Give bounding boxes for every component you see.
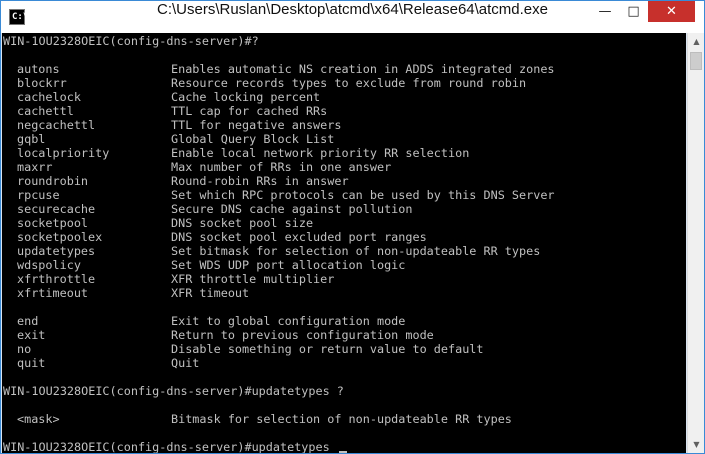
title-bar[interactable]: C:\ C:\Users\Ruslan\Desktop\atcmd\x64\Re…	[1, 1, 704, 33]
command-row: roundrobin	[17, 174, 88, 188]
console-output[interactable]: WIN-1OU2328OEIC(config-dns-server)#? aut…	[2, 33, 686, 453]
command-description: DNS socket pool size	[171, 216, 314, 230]
command-name: blockrr	[17, 76, 67, 90]
command-name: socketpool	[17, 216, 89, 230]
command-row: maxrr	[17, 160, 53, 174]
command-name: gqbl	[17, 132, 46, 146]
command-name: maxrr	[17, 160, 53, 174]
command-description: Return to previous configuration mode	[171, 328, 434, 342]
scroll-thumb[interactable]	[690, 52, 702, 70]
command-name: localpriority	[17, 146, 110, 160]
command-description: DNS socket pool excluded port ranges	[171, 230, 427, 244]
parameter-description: Bitmask for selection of non-updateable …	[171, 412, 512, 426]
command-description: Set which RPC protocols can be used by t…	[171, 188, 555, 202]
mode-command-row: exit	[17, 328, 45, 342]
command-row: socketpool	[17, 216, 88, 230]
prompt-updatetypes-help: WIN-1OU2328OEIC(config-dns-server)#updat…	[3, 384, 344, 398]
command-name: xfrthrottle	[17, 272, 96, 286]
parameter-row: <mask>	[17, 412, 60, 426]
command-name: no	[17, 342, 32, 356]
command-name: roundrobin	[17, 174, 89, 188]
command-row: cachelock	[17, 90, 81, 104]
command-row: xfrtimeout	[17, 286, 88, 300]
command-name: autons	[17, 62, 60, 76]
command-description: Quit	[171, 356, 200, 370]
command-description: Resource records types to exclude from r…	[171, 76, 527, 90]
current-command-text: WIN-1OU2328OEIC(config-dns-server)#updat…	[3, 440, 337, 453]
text-cursor	[338, 451, 347, 453]
command-name: cachelock	[17, 90, 81, 104]
command-row: xfrthrottle	[17, 272, 95, 286]
mode-command-row: no	[17, 342, 31, 356]
command-description: Cache locking percent	[171, 90, 321, 104]
command-row: autons	[17, 62, 60, 76]
command-name: securecache	[17, 202, 96, 216]
command-row: blockrr	[17, 76, 67, 90]
command-row: wdspolicy	[17, 258, 81, 272]
current-prompt[interactable]: WIN-1OU2328OEIC(config-dns-server)#updat…	[3, 440, 347, 453]
scroll-up-arrow-icon[interactable]: ▲	[688, 33, 704, 50]
command-name: updatetypes	[17, 244, 96, 258]
console-window: C:\ C:\Users\Ruslan\Desktop\atcmd\x64\Re…	[0, 0, 705, 454]
command-description: Set bitmask for selection of non-updatea…	[171, 244, 541, 258]
command-description: TTL cap for cached RRs	[171, 104, 328, 118]
command-description: XFR throttle multiplier	[171, 272, 335, 286]
parameter-name: <mask>	[17, 412, 60, 426]
command-name: socketpoolex	[17, 230, 103, 244]
command-description: Secure DNS cache against pollution	[171, 202, 413, 216]
vertical-scrollbar[interactable]: ▲ ▼	[687, 33, 704, 453]
prompt-help: WIN-1OU2328OEIC(config-dns-server)#?	[3, 34, 259, 48]
command-description: Max number of RRs in one answer	[171, 160, 392, 174]
command-name: exit	[17, 328, 46, 342]
command-row: gqbl	[17, 132, 45, 146]
command-description: TTL for negative answers	[171, 118, 342, 132]
maximize-button[interactable]: □	[620, 1, 647, 22]
mode-command-row: quit	[17, 356, 45, 370]
command-name: end	[17, 314, 39, 328]
command-row: securecache	[17, 202, 95, 216]
minimize-button[interactable]: —	[591, 1, 619, 22]
command-name: wdspolicy	[17, 258, 81, 272]
command-name: quit	[17, 356, 46, 370]
scroll-down-arrow-icon[interactable]: ▼	[688, 436, 704, 453]
command-description: Exit to global configuration mode	[171, 314, 406, 328]
command-description: XFR timeout	[171, 286, 250, 300]
command-row: negcachettl	[17, 118, 95, 132]
command-description: Set WDS UDP port allocation logic	[171, 258, 406, 272]
command-description: Disable something or return value to def…	[171, 342, 484, 356]
command-description: Enables automatic NS creation in ADDS in…	[171, 62, 555, 76]
command-name: cachettl	[17, 104, 74, 118]
command-row: socketpoolex	[17, 230, 102, 244]
command-name: xfrtimeout	[17, 286, 89, 300]
command-name: negcachettl	[17, 118, 96, 132]
command-row: cachettl	[17, 104, 74, 118]
command-row: rpcuse	[17, 188, 60, 202]
command-description: Global Query Block List	[171, 132, 335, 146]
command-row: localpriority	[17, 146, 109, 160]
command-row: updatetypes	[17, 244, 95, 258]
command-description: Enable local network priority RR selecti…	[171, 146, 470, 160]
mode-command-row: end	[17, 314, 38, 328]
command-description: Round-robin RRs in answer	[171, 174, 349, 188]
command-name: rpcuse	[17, 188, 60, 202]
close-button[interactable]: ✕	[648, 1, 695, 22]
